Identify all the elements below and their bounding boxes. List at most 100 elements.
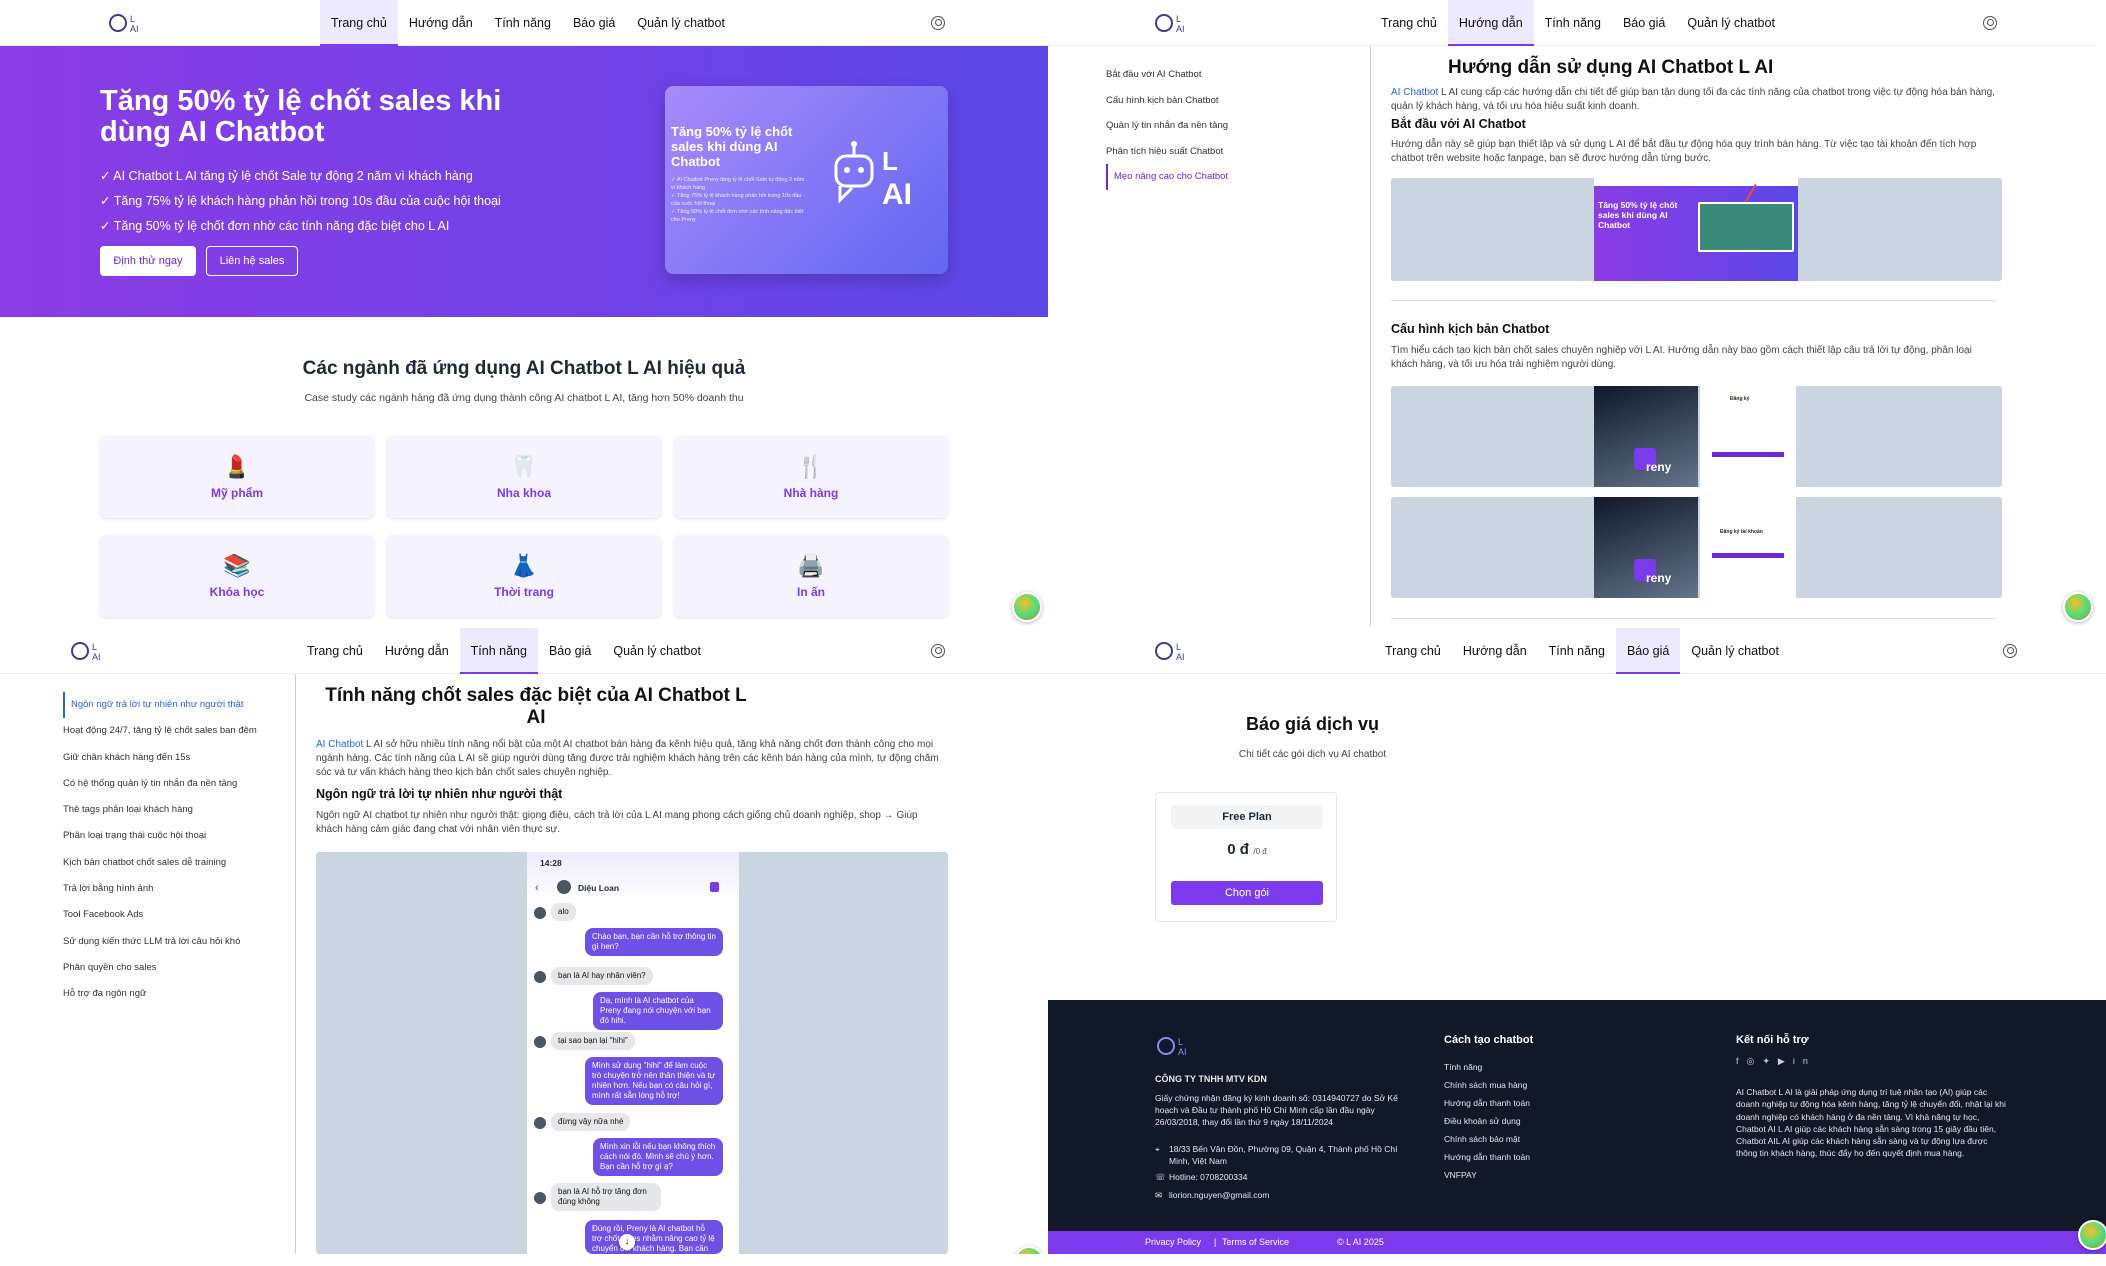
avatar (534, 907, 546, 919)
user-icon[interactable] (931, 644, 945, 658)
chat-widget-button[interactable] (2078, 1220, 2106, 1250)
sidebar-item[interactable]: Bắt đầu với AI Chatbot (1106, 62, 1228, 88)
logo[interactable]: LAI (1154, 11, 1202, 35)
industry-card[interactable]: 📚 Khóa học (100, 535, 374, 617)
nav-guide[interactable]: Hướng dẫn (1447, 0, 1534, 46)
chat-widget-button[interactable] (1012, 592, 1042, 622)
sidebar-item[interactable]: Giữ chân khách hàng đến 15s (63, 745, 257, 771)
hero-card-list: ✓ AI Chatbot Preny tăng tỷ lệ chốt Sale … (671, 176, 809, 224)
sidebar-item[interactable]: Thẻ tags phân loại khách hàng (63, 797, 257, 823)
youtube-icon[interactable]: ▶ (1778, 1056, 1793, 1066)
user-icon[interactable] (931, 16, 945, 30)
footer-col3-title: Kết nối hỗ trợ (1736, 1034, 1809, 1046)
address-text: 18/33 Bến Vân Đồn, Phường 09, Quận 4, Th… (1169, 1144, 1398, 1166)
nav-pricing[interactable]: Báo giá (538, 628, 602, 674)
sidebar-item[interactable]: Phân loại trạng thái cuộc hội thoại (63, 823, 257, 849)
ai-chatbot-link[interactable]: AI Chatbot (316, 739, 363, 750)
nav-features[interactable]: Tính năng (1534, 0, 1612, 46)
terms-link[interactable]: Terms of Service (1222, 1237, 1289, 1247)
footer-link[interactable]: VNFPAY (1444, 1166, 1530, 1184)
nav-home[interactable]: Trang chủ (1374, 628, 1452, 674)
sidebar-item[interactable]: Tool Facebook Ads (63, 902, 257, 928)
chat-message: Đúng rồi, Preny là AI chatbot hỗ trợ chố… (585, 1220, 723, 1254)
form-button (1712, 553, 1784, 558)
facebook-icon[interactable]: f (1736, 1056, 1747, 1066)
nav-manage[interactable]: Quản lý chatbot (1680, 628, 1790, 674)
top-nav: L AI Trang chủ Hướng dẫn Tính năng Báo gi… (0, 628, 1048, 674)
separator: | (1214, 1237, 1217, 1247)
divider (1370, 46, 1371, 626)
sidebar-item[interactable]: Hoạt động 24/7, tăng tỷ lệ chốt sales ba… (63, 718, 257, 744)
footer-link[interactable]: Hướng dẫn thanh toán (1444, 1094, 1530, 1112)
sidebar-item[interactable]: Sử dụng kiến thức LLM trả lời câu hỏi kh… (63, 929, 257, 955)
logo[interactable]: LAI (1154, 639, 1202, 663)
logo[interactable]: LAI (70, 639, 118, 663)
footer-logo[interactable]: LAI (1156, 1034, 1204, 1058)
industry-card[interactable]: 🍴 Nhà hàng (674, 436, 948, 518)
industry-card[interactable]: 👗 Thời trang (387, 535, 661, 617)
footer-link[interactable]: Hướng dẫn thanh toán (1444, 1148, 1530, 1166)
chat-message: Mình sử dụng "hihi" để làm cuộc trò chuy… (585, 1057, 723, 1105)
linkedin-icon[interactable]: in (1793, 1056, 1816, 1066)
sidebar-item-active[interactable]: Mẹo nâng cao cho Chatbot (1106, 164, 1228, 190)
avatar (534, 1036, 546, 1048)
features-intro: L AI sở hữu nhiều tính năng nổi bật của … (316, 739, 939, 778)
features-title: Tính năng chốt sales đặc biệt của AI Cha… (325, 685, 747, 728)
try-now-button[interactable]: Định thử ngay (100, 246, 196, 276)
nav-guide[interactable]: Hướng dẫn (1452, 628, 1538, 674)
nav-guide[interactable]: Hướng dẫn (398, 0, 484, 46)
chat-widget-button[interactable] (1014, 1246, 1044, 1254)
home-page: L AI Trang chủ Hướng dẫn Tính năng Báo gi… (0, 0, 1048, 626)
ai-chatbot-link[interactable]: AI Chatbot (1391, 87, 1438, 98)
footer-link[interactable]: Chính sách mua hàng (1444, 1076, 1530, 1094)
instagram-icon[interactable]: ◎ (1747, 1056, 1763, 1066)
user-icon[interactable] (2003, 644, 2017, 658)
back-icon[interactable]: ‹ (535, 882, 539, 894)
user-icon[interactable] (1983, 16, 1997, 30)
sidebar-item[interactable]: Cấu hình kịch bản Chatbot (1106, 88, 1228, 114)
sidebar-item[interactable]: Quản lý tin nhắn đa nền tảng (1106, 113, 1228, 139)
top-nav: L AI Trang chủ Hướng dẫn Tính năng Báo gi… (1048, 0, 2096, 46)
logo[interactable]: LAI (108, 11, 156, 35)
guide-page: L AI Trang chủ Hướng dẫn Tính năng Báo gi… (1048, 0, 2096, 626)
form-title: Đăng ký tài khoản (1720, 529, 1763, 535)
nav-home[interactable]: Trang chủ (1370, 0, 1448, 46)
bag-icon[interactable] (710, 882, 719, 892)
nav-pricing[interactable]: Báo giá (562, 0, 626, 46)
industry-card[interactable]: 💄 Mỹ phẩm (100, 436, 374, 518)
sidebar-item[interactable]: Có hệ thống quản lý tin nhắn đa nền tảng (63, 771, 257, 797)
contact-sales-button[interactable]: Liên hệ sales (206, 246, 298, 276)
choose-plan-button[interactable]: Chọn gói (1171, 881, 1323, 905)
footer-link[interactable]: Chính sách bảo mật (1444, 1130, 1530, 1148)
privacy-link[interactable]: Privacy Policy (1145, 1237, 1201, 1247)
sidebar-item[interactable]: Trả lời bằng hình ảnh (63, 876, 257, 902)
nav-manage[interactable]: Quản lý chatbot (1676, 0, 1786, 46)
nav-features[interactable]: Tính năng (459, 628, 538, 674)
sidebar-item[interactable]: Kịch bản chatbot chốt sales dễ training (63, 850, 257, 876)
industry-card[interactable]: 🦷 Nha khoa (387, 436, 661, 518)
nav-features[interactable]: Tính năng (1538, 628, 1616, 674)
nav-pricing[interactable]: Báo giá (1615, 628, 1681, 674)
nav-guide[interactable]: Hướng dẫn (374, 628, 460, 674)
avatar (534, 1192, 546, 1204)
industry-card[interactable]: 🖨️ In ấn (674, 535, 948, 617)
nav-home[interactable]: Trang chủ (320, 0, 398, 46)
sidebar-item[interactable]: Hỗ trợ đa ngôn ngữ (63, 981, 257, 1007)
chat-widget-button[interactable] (2063, 592, 2093, 622)
nav-manage[interactable]: Quản lý chatbot (602, 628, 712, 674)
twitter-icon[interactable]: ✦ (1762, 1056, 1778, 1066)
sidebar-item[interactable]: Phân quyền cho sales (63, 955, 257, 981)
scroll-down-icon[interactable]: ↓ (619, 1234, 635, 1250)
sidebar-item-active[interactable]: Ngôn ngữ trả lời tự nhiên như người thật (63, 692, 257, 719)
nav-home[interactable]: Trang chủ (296, 628, 374, 674)
sidebar-item[interactable]: Phân tích hiệu suất Chatbot (1106, 139, 1228, 165)
pricing-title: Báo giá dịch vụ (1245, 714, 1380, 734)
nav-pricing[interactable]: Báo giá (1612, 0, 1676, 46)
footer-link[interactable]: Tính năng (1444, 1058, 1530, 1076)
email[interactable]: ✉ liorion.nguyen@gmail.com (1155, 1190, 1269, 1200)
divider (1391, 300, 1996, 301)
footer-link[interactable]: Điều khoản sử dụng (1444, 1112, 1530, 1130)
nav-manage[interactable]: Quản lý chatbot (626, 0, 736, 46)
nav-features[interactable]: Tính năng (484, 0, 562, 46)
footer-about: AI Chatbot L AI là giải pháp ứng dụng tr… (1736, 1087, 2006, 1159)
